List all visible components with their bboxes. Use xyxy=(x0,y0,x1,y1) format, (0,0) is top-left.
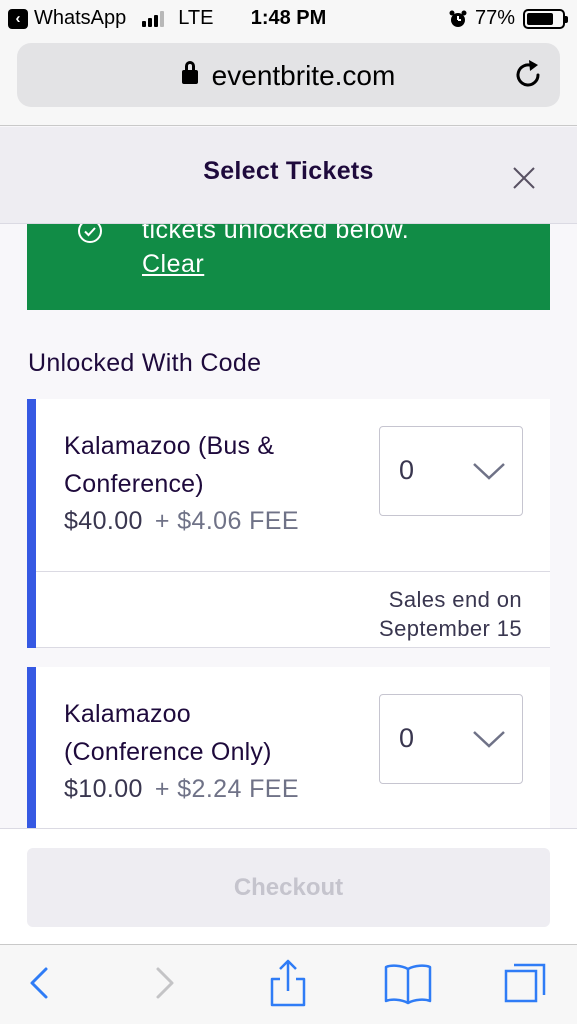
sales-end-line: September 15 xyxy=(379,616,522,641)
status-bar: ‹ WhatsApp LTE 1:48 PM 77% xyxy=(0,0,577,38)
ticket-name-line: Kalamazoo (Bus & xyxy=(64,432,275,460)
url-display[interactable]: eventbrite.com xyxy=(17,60,560,92)
close-icon[interactable] xyxy=(511,165,537,191)
ticket-price-row: $10.00 + $2.24 FEE xyxy=(64,775,299,804)
quantity-select[interactable]: 0 xyxy=(379,694,523,784)
bookmarks-icon[interactable] xyxy=(383,961,433,1005)
checkout-button[interactable]: Checkout xyxy=(27,848,550,927)
chevron-down-icon xyxy=(473,731,505,748)
status-right: 77% xyxy=(449,7,568,30)
modal-title: Select Tickets xyxy=(203,157,374,185)
battery-icon xyxy=(523,8,568,29)
chevron-down-icon xyxy=(473,463,505,480)
ticket-name-line: (Conference Only) xyxy=(64,738,272,766)
address-bar[interactable]: eventbrite.com xyxy=(17,43,560,107)
alarm-clock-icon xyxy=(449,10,467,27)
ticket-name-line: Conference) xyxy=(64,470,204,498)
ticket-bottom-border xyxy=(36,647,550,648)
clear-code-link[interactable]: Clear xyxy=(142,250,204,279)
share-icon[interactable] xyxy=(268,957,308,1009)
ticket-name: Kalamazoo (Conference Only) xyxy=(64,695,334,771)
ticket-card: Kalamazoo (Bus & Conference) $40.00 + $4.… xyxy=(27,399,550,648)
url-text: eventbrite.com xyxy=(211,60,396,91)
back-icon[interactable] xyxy=(26,961,52,1005)
quantity-value: 0 xyxy=(399,723,415,753)
checkout-footer: Checkout xyxy=(0,828,577,944)
sales-end-line: Sales end on xyxy=(388,587,522,612)
check-circle-icon xyxy=(78,224,102,243)
lock-icon xyxy=(181,61,198,84)
sales-end-text: Sales end on September 15 xyxy=(379,585,522,643)
banner-message: tickets unlocked below. xyxy=(142,224,410,244)
forward-icon xyxy=(156,967,174,999)
browser-address-area: eventbrite.com xyxy=(0,38,577,126)
browser-toolbar xyxy=(0,944,577,1024)
section-title: Unlocked With Code xyxy=(28,349,262,377)
promo-code-banner: tickets unlocked below. Clear xyxy=(27,224,550,310)
battery-fill xyxy=(527,12,554,25)
tabs-icon[interactable] xyxy=(502,959,550,1007)
ticket-list-content[interactable]: tickets unlocked below. Clear Unlocked W… xyxy=(0,224,577,828)
ticket-fee: + $4.06 FEE xyxy=(154,507,299,535)
ticket-price-row: $40.00 + $4.06 FEE xyxy=(64,507,299,536)
ticket-price: $10.00 xyxy=(64,775,143,803)
ticket-card: Kalamazoo (Conference Only) $10.00 + $2.2… xyxy=(27,667,550,828)
ticket-fee: + $2.24 FEE xyxy=(154,775,299,803)
quantity-select[interactable]: 0 xyxy=(379,426,523,516)
quantity-value: 0 xyxy=(399,455,415,485)
ticket-name-line: Kalamazoo xyxy=(64,700,191,728)
ticket-name: Kalamazoo (Bus & Conference) xyxy=(64,427,334,503)
ticket-price: $40.00 xyxy=(64,507,143,535)
modal-header: Select Tickets xyxy=(0,127,577,224)
reload-icon[interactable] xyxy=(512,59,544,91)
battery-percent: 77% xyxy=(474,7,515,29)
ticket-divider xyxy=(36,571,550,572)
